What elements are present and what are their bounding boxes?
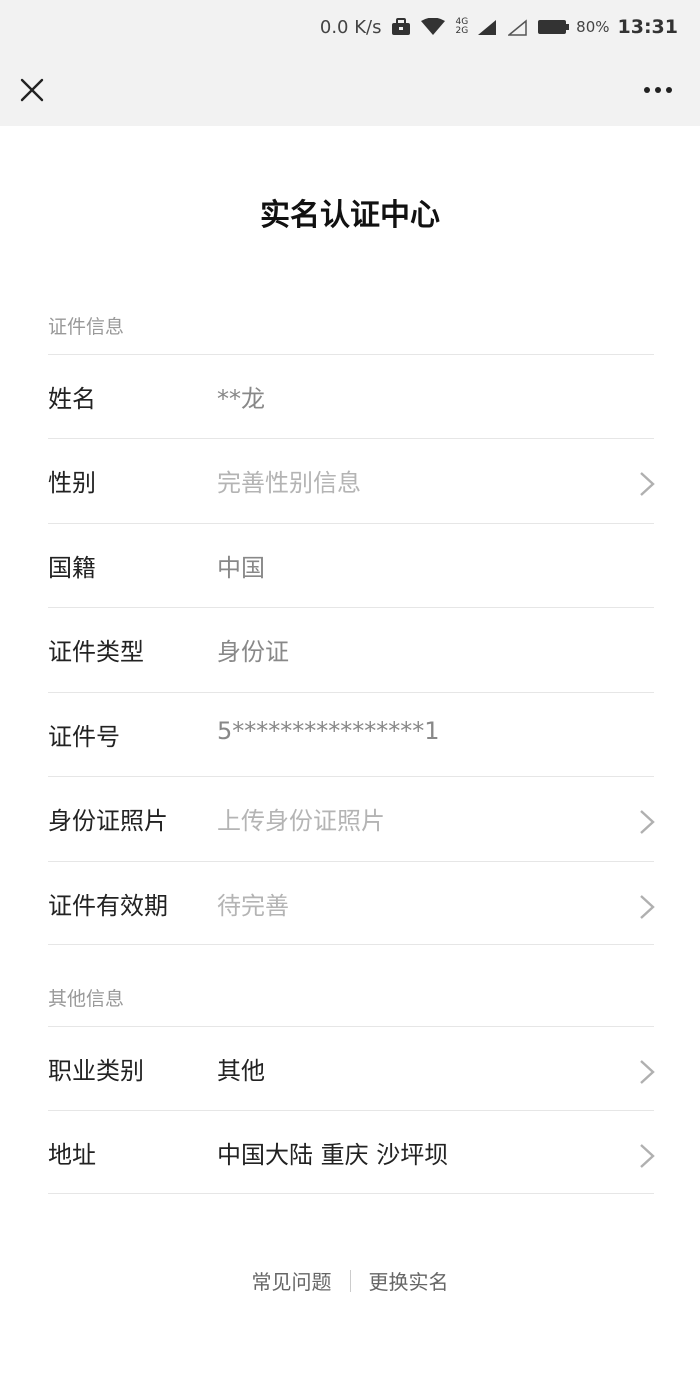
row-label: 地址 bbox=[48, 1141, 96, 1169]
page-title: 实名认证中心 bbox=[260, 198, 440, 233]
briefcase-icon bbox=[391, 18, 411, 36]
chevron-right-icon bbox=[638, 1143, 656, 1169]
chevron-right-icon bbox=[638, 1059, 656, 1085]
row-label: 证件号 bbox=[48, 723, 120, 751]
row-label: 职业类别 bbox=[48, 1057, 144, 1085]
row-value: 中国大陆 重庆 沙坪坝 bbox=[217, 1141, 449, 1169]
row-label: 性别 bbox=[48, 469, 96, 497]
chevron-right-icon bbox=[638, 471, 656, 497]
row-gender[interactable]: 性别 完善性别信息 bbox=[48, 438, 656, 522]
change-name-link[interactable]: 更换实名 bbox=[369, 1266, 449, 1295]
row-label: 证件有效期 bbox=[48, 892, 168, 920]
row-id-validity[interactable]: 证件有效期 待完善 bbox=[48, 861, 656, 945]
network-type-icon: 4G 2G bbox=[455, 18, 468, 36]
clock: 13:31 bbox=[617, 16, 678, 38]
faq-link[interactable]: 常见问题 bbox=[252, 1266, 332, 1295]
wifi-icon bbox=[421, 18, 446, 36]
row-value: 中国 bbox=[217, 554, 265, 582]
row-value: 上传身份证照片 bbox=[217, 807, 385, 835]
close-icon[interactable] bbox=[14, 72, 50, 108]
section-label-id-info: 证件信息 bbox=[48, 316, 125, 338]
row-id-number: 证件号 5****************1 bbox=[48, 692, 654, 776]
net-speed: 0.0 K/s bbox=[319, 16, 382, 38]
row-value: 身份证 bbox=[217, 638, 289, 666]
signal-empty-icon bbox=[508, 18, 528, 36]
row-label: 姓名 bbox=[48, 385, 96, 413]
footer-divider bbox=[349, 1269, 351, 1292]
more-icon[interactable] bbox=[636, 72, 680, 108]
row-value: **龙 bbox=[217, 385, 265, 413]
network-type-bottom: 2G bbox=[455, 26, 469, 36]
status-bar: 0.0 K/s 4G 2G 80% 13:31 bbox=[0, 0, 700, 54]
chevron-right-icon bbox=[638, 809, 656, 835]
row-name: 姓名 **龙 bbox=[48, 354, 654, 438]
nav-bar bbox=[0, 54, 700, 126]
battery-percent: 80% bbox=[576, 18, 610, 36]
row-occupation[interactable]: 职业类别 其他 bbox=[48, 1026, 656, 1110]
row-value: 其他 bbox=[217, 1057, 265, 1085]
row-id-type: 证件类型 身份证 bbox=[48, 607, 654, 691]
row-value: 5****************1 bbox=[217, 717, 440, 745]
row-value: 待完善 bbox=[217, 892, 289, 920]
row-label: 身份证照片 bbox=[48, 807, 168, 835]
section-label-other-info: 其他信息 bbox=[48, 988, 125, 1010]
row-label: 证件类型 bbox=[48, 638, 144, 666]
row-label: 国籍 bbox=[48, 554, 96, 582]
row-address[interactable]: 地址 中国大陆 重庆 沙坪坝 bbox=[48, 1110, 656, 1194]
footer-links: 常见问题 更换实名 bbox=[0, 1266, 700, 1295]
chevron-right-icon bbox=[638, 894, 656, 920]
battery-icon bbox=[538, 19, 570, 35]
row-id-photo[interactable]: 身份证照片 上传身份证照片 bbox=[48, 776, 656, 860]
row-nationality: 国籍 中国 bbox=[48, 523, 654, 607]
signal-icon bbox=[478, 18, 498, 36]
row-value: 完善性别信息 bbox=[217, 469, 361, 497]
